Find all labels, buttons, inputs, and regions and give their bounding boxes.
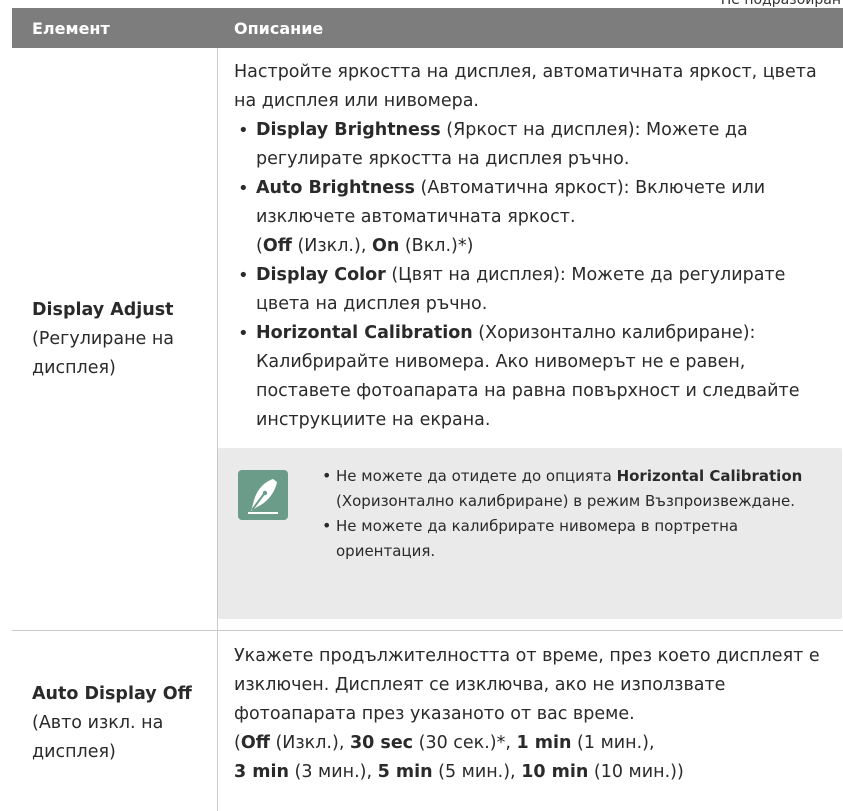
description-cell: Укажете продължителността от време, през… xyxy=(218,631,843,811)
table-row-auto-display-off: Auto Display Off (Авто изкл. на дисплея)… xyxy=(12,630,843,811)
option-value: 5 min xyxy=(377,762,433,782)
list-item: Display Color (Цвят на дисплея): Можете … xyxy=(234,261,843,319)
option-values: (Off (Изкл.), 30 sec (30 сек.)*, 1 min (… xyxy=(234,733,684,782)
option-value-label: (Изкл.), xyxy=(269,733,350,753)
option-value-label: (10 мин.)) xyxy=(588,762,684,782)
option-value-label: (3 мин.), xyxy=(288,762,378,782)
table-header: Елемент Описание xyxy=(12,8,843,48)
note-text: Не можете да калибрирате нивомера в порт… xyxy=(336,517,739,560)
note-text: Не можете да отидете до опцията xyxy=(336,467,617,485)
note-item: Не можете да отидете до опцията Horizont… xyxy=(322,463,834,514)
element-name: Display Adjust xyxy=(32,299,174,320)
option-value: Off xyxy=(240,733,270,753)
header-description: Описание xyxy=(234,18,324,38)
option-name: Horizontal Calibration xyxy=(256,323,473,343)
option-value: Off xyxy=(262,236,292,256)
option-value: On xyxy=(371,236,400,256)
option-paren: ( xyxy=(256,236,263,256)
pen-nib-icon xyxy=(238,470,288,520)
option-list: Display Brightness (Яркост на дисплея): … xyxy=(234,116,843,435)
element-name: Auto Display Off xyxy=(32,683,192,704)
option-name: Display Color xyxy=(256,265,386,285)
element-subtitle: (Регулиране на дисплея) xyxy=(32,328,175,378)
list-item: Auto Brightness (Автоматична яркост): Вк… xyxy=(234,174,843,261)
note-item: Не можете да калибрирате нивомера в порт… xyxy=(322,513,834,564)
note-box: Не можете да отидете до опцията Horizont… xyxy=(218,448,842,619)
list-item: Horizontal Calibration (Хоризонтално кал… xyxy=(234,319,843,435)
option-value-label: (Изкл.), xyxy=(291,236,372,256)
note-text: (Хоризонтално калибриране) в режим Възпр… xyxy=(336,492,796,510)
option-name: Auto Brightness xyxy=(256,178,415,198)
description-intro: Укажете продължителността от време, през… xyxy=(234,646,820,724)
settings-table: Елемент Описание Display Adjust (Регулир… xyxy=(12,8,843,811)
note-bold: Horizontal Calibration xyxy=(616,467,803,485)
option-value-label: (5 мин.), xyxy=(432,762,522,782)
header-element: Елемент xyxy=(32,18,110,38)
option-name: Display Brightness xyxy=(256,120,441,140)
element-cell: Display Adjust (Регулиране на дисплея) xyxy=(12,48,218,630)
element-cell: Auto Display Off (Авто изкл. на дисплея) xyxy=(12,631,218,811)
option-value: 3 min xyxy=(234,762,289,782)
list-item: Display Brightness (Яркост на дисплея): … xyxy=(234,116,843,174)
option-value-label: (Вкл.)*) xyxy=(399,236,474,256)
element-subtitle: (Авто изкл. на дисплея) xyxy=(32,712,164,762)
option-value: 1 min xyxy=(516,733,572,753)
option-value: 10 min xyxy=(521,762,589,782)
table-row-display-adjust: Display Adjust (Регулиране на дисплея) Н… xyxy=(12,48,843,630)
option-value-label: (30 сек.)*, xyxy=(413,733,517,753)
description-cell: Настройте яркостта на дисплея, автоматич… xyxy=(218,48,843,630)
description-intro: Настройте яркостта на дисплея, автоматич… xyxy=(234,62,817,111)
note-list: Не можете да отидете до опцията Horizont… xyxy=(322,463,834,564)
option-value-label: (1 мин.), xyxy=(571,733,655,753)
option-value: 30 sec xyxy=(349,733,414,753)
